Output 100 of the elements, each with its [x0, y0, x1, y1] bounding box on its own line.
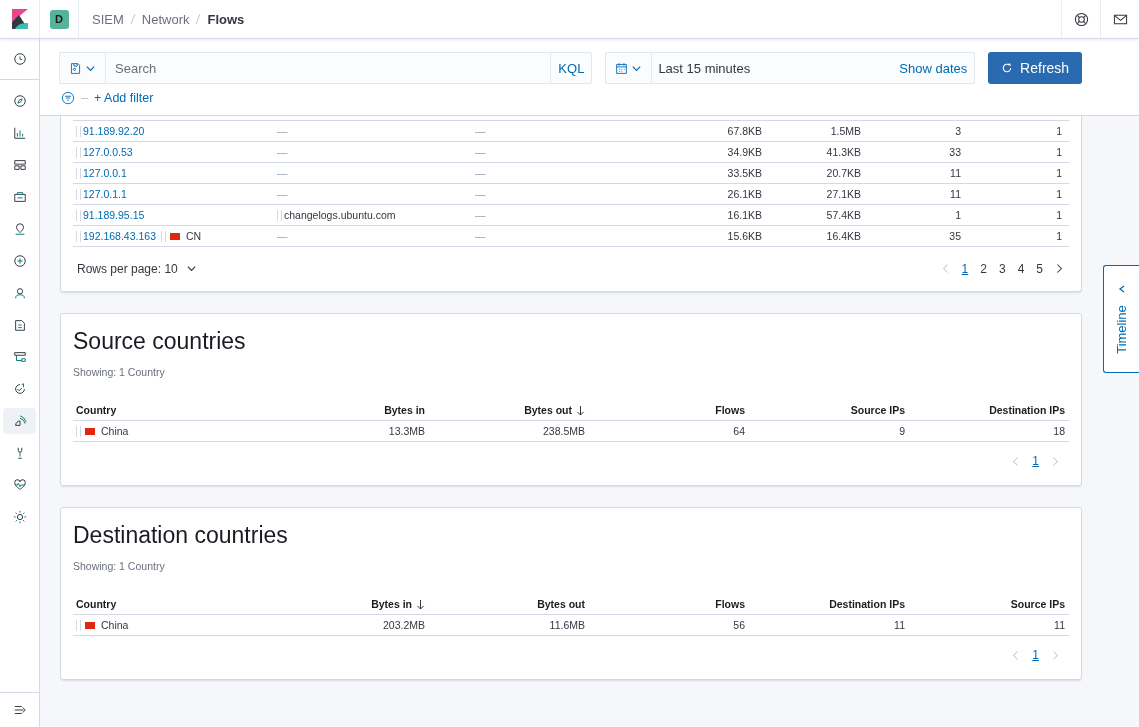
table-cell: 20.7KB: [826, 167, 861, 179]
refresh-button[interactable]: Refresh: [988, 52, 1082, 84]
timeline-tab[interactable]: Timeline: [1103, 265, 1139, 373]
drag-handle-icon[interactable]: [76, 167, 81, 179]
drag-handle-icon[interactable]: [76, 619, 81, 631]
table-cell: 16.1KB: [727, 209, 762, 221]
column-header[interactable]: Source IPs: [1010, 598, 1065, 610]
column-header[interactable]: Bytes out: [537, 598, 585, 610]
column-header[interactable]: Country: [76, 404, 117, 416]
chevron-down-icon[interactable]: [185, 263, 197, 274]
sort-down-icon[interactable]: [576, 404, 585, 416]
drag-handle-icon[interactable]: [76, 425, 81, 437]
page-link[interactable]: 1: [1032, 648, 1039, 662]
table-cell: 56: [733, 619, 745, 631]
ip-link[interactable]: 91.189.95.15: [83, 209, 145, 221]
show-dates-link[interactable]: Show dates: [899, 60, 975, 76]
kql-button[interactable]: KQL: [550, 53, 592, 83]
table-cell: —: [475, 230, 486, 242]
table-cell: 238.5MB: [542, 425, 585, 437]
column-header[interactable]: Flows: [715, 598, 745, 610]
ip-link[interactable]: 127.0.0.1: [83, 167, 127, 179]
heart-icon[interactable]: [12, 478, 27, 492]
drag-handle-icon[interactable]: [76, 230, 81, 242]
chart-icon[interactable]: [12, 126, 27, 140]
table-cell: 34.9KB: [727, 146, 762, 158]
panel-title: Source countries: [73, 328, 247, 355]
table-cell: 1: [1056, 188, 1062, 200]
table-cell: 11.6MB: [549, 619, 585, 631]
table-cell: 11: [950, 188, 961, 200]
column-header[interactable]: Destination IPs: [829, 598, 905, 610]
breadcrumb[interactable]: Network: [141, 11, 190, 27]
column-header[interactable]: Bytes in: [371, 598, 425, 610]
search-field[interactable]: Search: [106, 53, 551, 83]
column-header[interactable]: Country: [76, 598, 117, 610]
calendar-icon[interactable]: [615, 61, 629, 75]
drag-handle-icon[interactable]: [277, 209, 282, 221]
filter-icon[interactable]: [61, 91, 75, 105]
drag-handle-icon[interactable]: [76, 146, 81, 158]
table-cell: 1: [955, 209, 961, 221]
table-cell: —: [475, 188, 486, 200]
table-cell: —: [475, 125, 486, 137]
ip-link[interactable]: 127.0.1.1: [83, 188, 127, 200]
domain-cell: —: [277, 167, 288, 179]
time-range[interactable]: Last 15 minutes: [652, 60, 900, 76]
panel-subtitle: Showing: 1 Country: [73, 366, 166, 378]
save-icon[interactable]: [69, 61, 82, 75]
ip-link[interactable]: 91.189.92.20: [83, 125, 145, 137]
table-cell: China: [101, 619, 129, 631]
table-cell: 26.1KB: [727, 188, 762, 200]
panel-title: Destination countries: [73, 522, 289, 549]
table-cell: 11: [894, 619, 905, 631]
table-cell: 1.5MB: [830, 125, 861, 137]
flag-icon: [170, 232, 180, 240]
add-filter-link[interactable]: + Add filter: [94, 91, 154, 105]
column-header[interactable]: Bytes in: [384, 404, 425, 416]
next-page-icon[interactable]: [1055, 263, 1063, 274]
domain-cell: —: [277, 125, 288, 137]
search-bar[interactable]: Search KQL: [59, 52, 593, 84]
table-cell: 9: [899, 425, 905, 437]
table-cell: 33.5KB: [727, 167, 762, 179]
rows-per-page-button[interactable]: Rows per page: 10: [77, 261, 197, 276]
table-cell: 13.3MB: [388, 425, 425, 437]
breadcrumb-separator-icon: [195, 13, 202, 25]
column-header[interactable]: Destination IPs: [989, 404, 1065, 416]
breadcrumb[interactable]: SIEM: [92, 11, 124, 27]
drag-handle-icon[interactable]: [76, 188, 81, 200]
space-avatar[interactable]: D: [49, 9, 69, 29]
sort-down-icon[interactable]: [416, 598, 425, 610]
table-cell: 15.6KB: [727, 230, 762, 242]
domain-cell: —: [277, 188, 288, 200]
drag-handle-icon[interactable]: [76, 209, 81, 221]
compass-icon[interactable]: [12, 94, 27, 108]
flag-icon: [85, 427, 95, 435]
table-cell: China: [101, 425, 129, 437]
gear-icon[interactable]: [12, 510, 27, 524]
column-header[interactable]: Flows: [715, 404, 745, 416]
dashboard-icon[interactable]: [12, 158, 27, 172]
table-cell: 33: [949, 146, 961, 158]
drag-handle-icon[interactable]: [76, 125, 81, 137]
column-header[interactable]: Bytes out: [524, 404, 585, 416]
refresh-icon[interactable]: [1001, 62, 1014, 74]
clock-icon[interactable]: [12, 52, 27, 66]
page-link[interactable]: 1: [1032, 454, 1039, 468]
breadcrumb[interactable]: Flows: [207, 11, 245, 27]
domain-cell: —: [277, 146, 288, 158]
column-header[interactable]: Source IPs: [850, 404, 905, 416]
ip-link[interactable]: 192.168.43.163: [83, 230, 156, 242]
page-link[interactable]: 5: [1036, 261, 1043, 276]
page-link[interactable]: 3: [998, 261, 1006, 276]
logo-icon[interactable]: [11, 9, 28, 29]
page-link[interactable]: 2: [980, 261, 987, 276]
drag-handle-icon[interactable]: [161, 230, 166, 242]
table-cell: 27.1KB: [826, 188, 861, 200]
page-link[interactable]: 4: [1017, 261, 1025, 276]
menu-collapse-icon[interactable]: [12, 703, 27, 717]
help-icon[interactable]: [1073, 11, 1089, 27]
user-icon[interactable]: [12, 286, 27, 300]
ip-link[interactable]: 127.0.0.53: [83, 146, 133, 158]
page-link[interactable]: 1: [961, 261, 969, 276]
breadcrumb-separator-icon: [129, 13, 136, 25]
